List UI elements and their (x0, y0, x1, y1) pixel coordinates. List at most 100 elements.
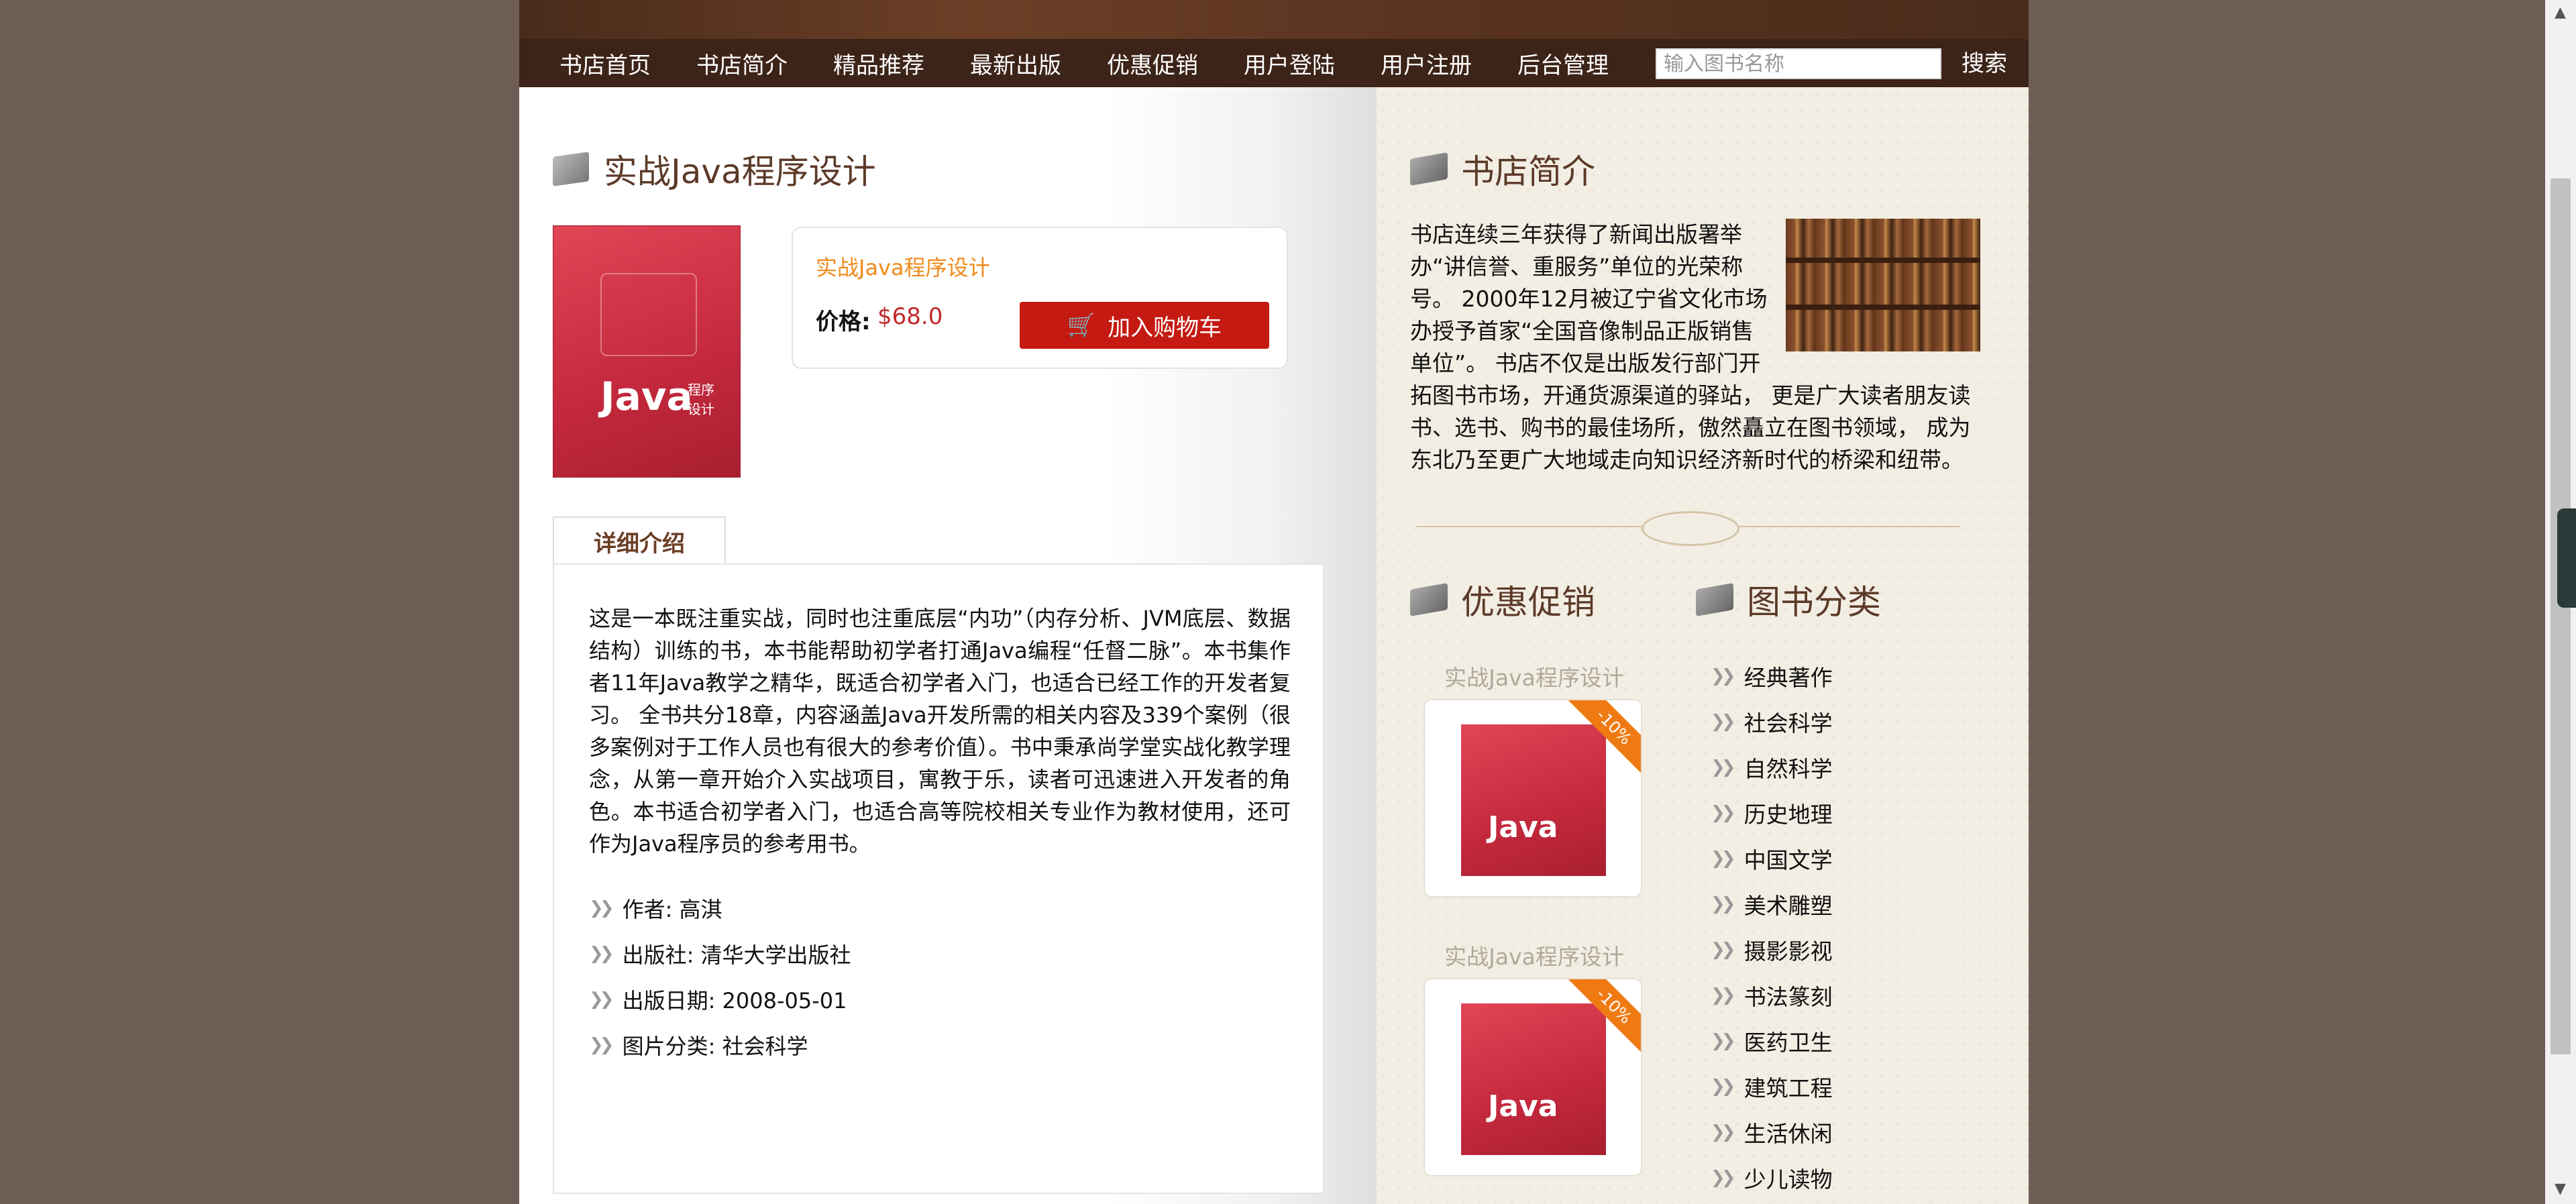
category-item[interactable]: ❯❯ 生活休闲 (1711, 1109, 1833, 1155)
category-label[interactable]: 经典著作 (1744, 660, 1833, 692)
double-chevron-right-icon: ❯❯ (589, 1035, 614, 1055)
intro-paragraph: 书店连续三年获得了新闻出版署举办“讲信誉、重服务”单位的光荣称号。 2000年1… (1410, 219, 1980, 476)
details-panel: 这是一本既注重实战，同时也注重底层“内功”（内存分析、JVM底层、数据结构）训练… (553, 563, 1324, 1194)
category-item[interactable]: ❯❯ 建筑工程 (1711, 1064, 1833, 1109)
double-chevron-right-icon: ❯❯ (589, 989, 614, 1009)
promo-cover-image: Java (1461, 724, 1606, 876)
sidebar: 书店简介 书店连续三年获得了新闻出版署举办“讲信誉、重服务”单位的光荣称号。 2… (1377, 87, 2029, 1204)
double-chevron-right-icon: ❯❯ (589, 944, 614, 964)
list-item: ❯❯ 出版社: 清华大学出版社 (589, 931, 851, 977)
intro-title: 书店简介 (1461, 152, 1595, 191)
category-item[interactable]: ❯❯ 自然科学 (1711, 745, 1833, 790)
double-chevron-right-icon: ❯❯ (1711, 1122, 1735, 1142)
category-list: ❯❯ 经典著作 ❯❯ 社会科学 ❯❯ 自然科学 ❯❯ 历史地理 ❯❯ 中国文学 ❯❯ 美术雕… (1711, 653, 1833, 1201)
newspaper-icon (1696, 583, 1733, 616)
book-name-link[interactable]: 实战Java程序设计 (816, 251, 990, 282)
double-chevron-right-icon: ❯❯ (1711, 757, 1735, 777)
category-item[interactable]: ❯❯ 美术雕塑 (1711, 881, 1833, 927)
scroll-up-icon[interactable]: ▲ (2555, 4, 2566, 21)
scroll-down-icon[interactable]: ▼ (2555, 1181, 2566, 1197)
category-label[interactable]: 建筑工程 (1744, 1071, 1833, 1103)
category-text: 图片分类: 社会科学 (622, 1034, 808, 1059)
ornament-icon (1642, 511, 1739, 546)
promo-card[interactable]: 实战Java程序设计 Java -10% (1424, 940, 1645, 1176)
category-item[interactable]: ❯❯ 医药卫生 (1711, 1018, 1833, 1064)
page-container: 书店首页 书店简介 精品推荐 最新出版 优惠促销 用户登陆 用户注册 后台管理 … (519, 0, 2029, 1204)
category-label[interactable]: 中国文学 (1744, 842, 1833, 875)
side-floating-widget[interactable] (2557, 508, 2576, 608)
list-item: ❯❯ 出版日期: 2008-05-01 (589, 977, 851, 1022)
category-item[interactable]: ❯❯ 经典著作 (1711, 653, 1833, 699)
category-item[interactable]: ❯❯ 中国文学 (1711, 836, 1833, 881)
tag-icon (1410, 583, 1448, 616)
book-meta-list: ❯❯ 作者: 高淇 ❯❯ 出版社: 清华大学出版社 ❯❯ 出版日期: 2008-… (589, 885, 851, 1068)
nav-item-about[interactable]: 书店简介 (696, 47, 788, 80)
book-cover-image: Java 程序设计 (553, 225, 741, 478)
category-item[interactable]: ❯❯ 历史地理 (1711, 790, 1833, 836)
nav-item-register[interactable]: 用户注册 (1381, 47, 1472, 80)
search-input[interactable] (1656, 48, 1941, 79)
category-label[interactable]: 自然科学 (1744, 751, 1833, 783)
category-label[interactable]: 医药卫生 (1744, 1025, 1833, 1057)
intro-heading: 书店简介 (1410, 145, 1595, 193)
category-item[interactable]: ❯❯ 少儿读物 (1711, 1155, 1833, 1201)
category-label[interactable]: 美术雕塑 (1744, 888, 1833, 920)
double-chevron-right-icon: ❯❯ (1711, 1077, 1735, 1097)
book-icon (1410, 152, 1448, 186)
promo-image-box[interactable]: Java -10% (1424, 978, 1642, 1176)
category-heading: 图书分类 (1696, 576, 1881, 624)
category-label[interactable]: 历史地理 (1744, 797, 1833, 829)
cart-icon: 🛒 (1067, 312, 1096, 339)
double-chevron-right-icon: ❯❯ (1711, 985, 1735, 1005)
double-chevron-right-icon: ❯❯ (1711, 1168, 1735, 1188)
category-item[interactable]: ❯❯ 摄影影视 (1711, 927, 1833, 973)
double-chevron-right-icon: ❯❯ (1711, 712, 1735, 732)
main-nav: 书店首页 书店简介 精品推荐 最新出版 优惠促销 用户登陆 用户注册 后台管理 … (519, 39, 2029, 87)
nav-item-login[interactable]: 用户登陆 (1244, 47, 1335, 80)
promo-image-box[interactable]: Java -10% (1424, 699, 1642, 897)
promo-name[interactable]: 实战Java程序设计 (1424, 940, 1645, 974)
cover-title: Java (600, 374, 693, 419)
book-info-box: 实战Java程序设计 价格: $68.0 🛒 加入购物车 (792, 227, 1288, 369)
category-label[interactable]: 书法篆刻 (1744, 979, 1833, 1011)
nav-item-admin[interactable]: 后台管理 (1517, 47, 1609, 80)
main-content: 实战Java程序设计 Java 程序设计 实战Java程序设计 价格: $68.… (519, 87, 1377, 1204)
cover-subtitle: 程序设计 (688, 382, 714, 417)
page-title: 实战Java程序设计 (604, 152, 876, 191)
search-button[interactable]: 搜索 (1962, 48, 2007, 79)
nav-item-new-releases[interactable]: 最新出版 (970, 47, 1061, 80)
double-chevron-right-icon: ❯❯ (1711, 894, 1735, 914)
promo-name[interactable]: 实战Java程序设计 (1424, 661, 1645, 695)
ornament-divider (1417, 503, 1960, 550)
add-to-cart-button[interactable]: 🛒 加入购物车 (1020, 302, 1269, 349)
nav-item-recommended[interactable]: 精品推荐 (833, 47, 924, 80)
category-label[interactable]: 少儿读物 (1744, 1162, 1833, 1194)
double-chevron-right-icon: ❯❯ (1711, 666, 1735, 686)
category-item[interactable]: ❯❯ 社会科学 (1711, 699, 1833, 745)
nav-item-promotions[interactable]: 优惠促销 (1107, 47, 1198, 80)
category-label[interactable]: 生活休闲 (1744, 1116, 1833, 1148)
nav-item-home[interactable]: 书店首页 (559, 47, 651, 80)
cover-illustration (600, 273, 697, 356)
promo-cover-image: Java (1461, 1003, 1606, 1155)
category-label[interactable]: 摄影影视 (1744, 934, 1833, 966)
book-heading: 实战Java程序设计 (553, 145, 876, 193)
author-text: 作者: 高淇 (622, 897, 722, 922)
add-to-cart-label: 加入购物车 (1108, 314, 1222, 341)
scrollbar-thumb[interactable] (2551, 178, 2571, 1054)
promo-title: 优惠促销 (1461, 583, 1595, 622)
price-value: $68.0 (877, 303, 943, 330)
promo-cover-text: Java (1488, 1089, 1558, 1124)
tab-details[interactable]: 详细介绍 (553, 516, 726, 565)
publisher-text: 出版社: 清华大学出版社 (622, 942, 851, 968)
double-chevron-right-icon: ❯❯ (589, 898, 614, 918)
publish-date-text: 出版日期: 2008-05-01 (622, 988, 847, 1014)
double-chevron-right-icon: ❯❯ (1711, 1031, 1735, 1051)
promo-card[interactable]: 实战Java程序设计 Java -10% (1424, 661, 1645, 897)
bookshelf-image (1786, 219, 1980, 351)
double-chevron-right-icon: ❯❯ (1711, 803, 1735, 823)
book-icon (553, 152, 589, 186)
category-item[interactable]: ❯❯ 书法篆刻 (1711, 973, 1833, 1018)
list-item: ❯❯ 作者: 高淇 (589, 885, 851, 931)
category-label[interactable]: 社会科学 (1744, 706, 1833, 738)
